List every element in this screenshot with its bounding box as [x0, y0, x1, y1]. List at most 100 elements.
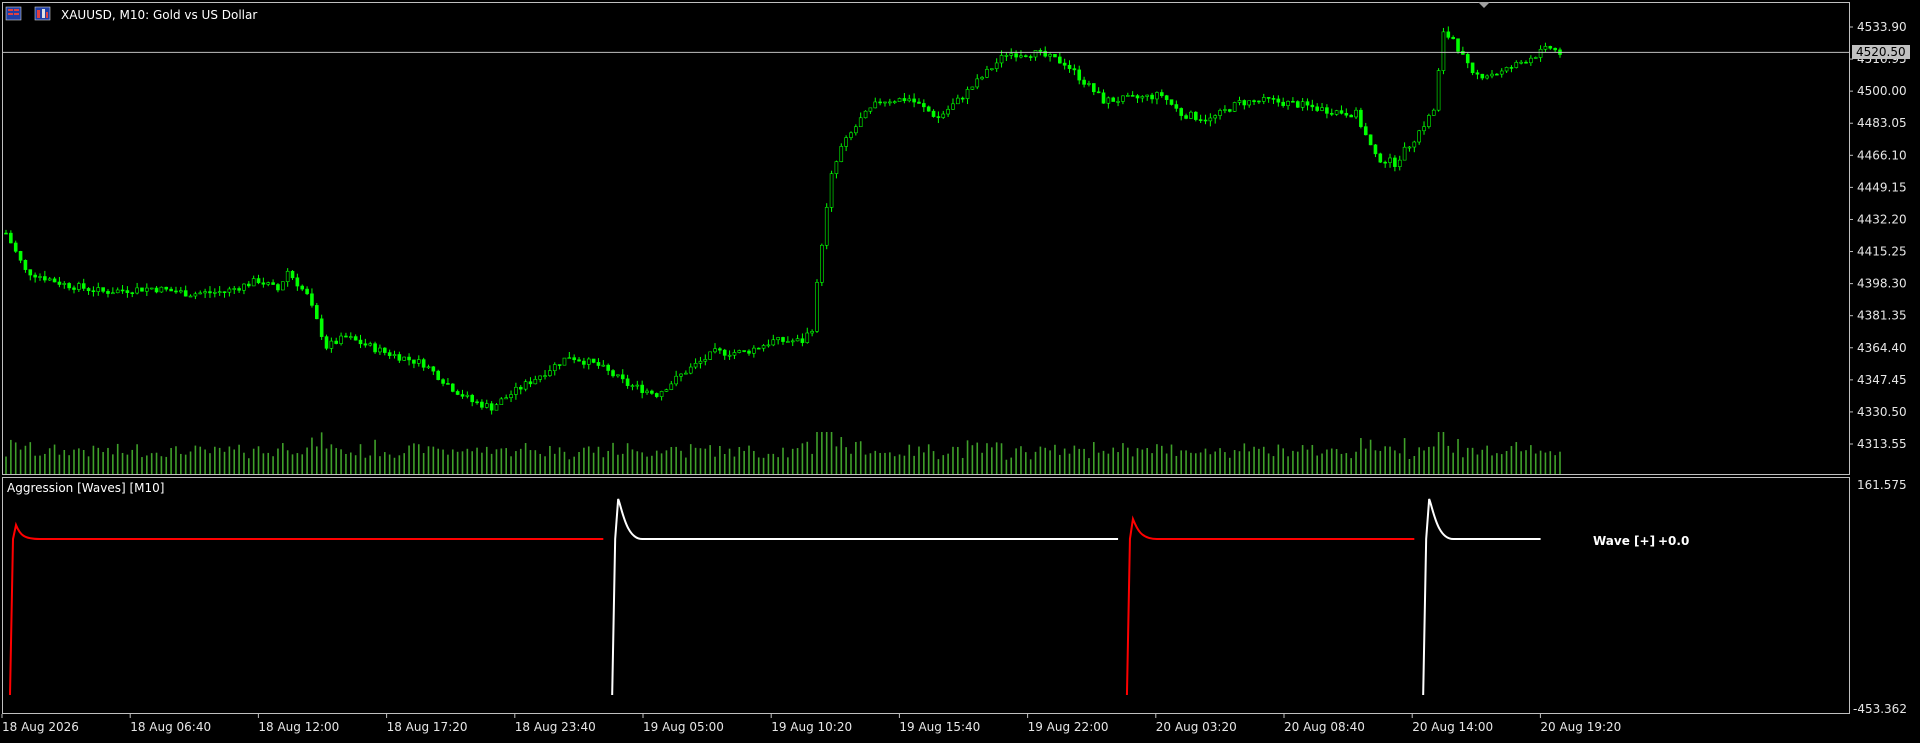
candle-body [1427, 115, 1431, 127]
mt-chart-window[interactable]: XAUUSD, M10: Gold vs US Dollar 4533.90 45… [0, 0, 1920, 743]
candle-body [640, 384, 644, 393]
candle-body [91, 290, 96, 293]
price-tick-label: 4449.15 [1857, 180, 1907, 194]
candle-body [1320, 107, 1324, 111]
candle-body [1465, 54, 1470, 64]
candle-body [645, 390, 649, 393]
candle-body [1169, 99, 1174, 105]
price-tick-label: 4313.55 [1857, 437, 1907, 451]
candle-body [1004, 55, 1009, 57]
candle-body [164, 286, 169, 290]
candle-body [62, 283, 67, 285]
candle-body [145, 287, 149, 292]
candle-body [154, 287, 159, 293]
candle-body [1106, 97, 1111, 104]
time-tick-label: 19 Aug 15:40 [899, 720, 980, 734]
candle-body [1315, 106, 1319, 111]
candle-body [1417, 130, 1421, 143]
candle-body [999, 55, 1004, 64]
candle-body [1519, 61, 1523, 64]
candle-body [1363, 126, 1368, 136]
candle-body [47, 278, 52, 281]
candle-body [1096, 91, 1101, 94]
candle-body [1368, 134, 1373, 146]
candle-body [1451, 37, 1455, 40]
candle-body [868, 107, 873, 112]
candle-body [18, 251, 23, 261]
chart-canvas[interactable]: XAUUSD, M10: Gold vs US Dollar 4533.90 45… [0, 0, 1920, 743]
candle-body [198, 292, 203, 295]
candle-body [956, 97, 960, 105]
candle-body [596, 362, 601, 366]
candle-body [300, 285, 305, 290]
candle-body [402, 356, 407, 361]
candle-body [120, 289, 125, 292]
candle-body [1441, 31, 1446, 71]
volume-series [5, 432, 1561, 474]
candle-body [1339, 110, 1344, 114]
time-tick-label: 19 Aug 22:00 [1028, 720, 1109, 734]
price-tick-label: 4364.40 [1857, 341, 1907, 355]
candle-body [96, 287, 101, 292]
candle-body [1344, 113, 1349, 116]
candle-body [747, 350, 751, 354]
candle-body [1101, 92, 1106, 104]
candle-body [601, 364, 606, 367]
chart-type-icon[interactable] [34, 6, 51, 21]
time-tick-label: 18 Aug 23:40 [515, 720, 596, 734]
candle-body [86, 288, 91, 292]
candle-body [441, 379, 445, 384]
candle-body [339, 335, 343, 344]
candle-body [135, 287, 139, 294]
candle-body [975, 78, 980, 88]
candle-body [13, 242, 18, 252]
candle-body [936, 116, 941, 118]
candle-body [591, 358, 596, 363]
time-tick-label: 20 Aug 08:40 [1284, 720, 1365, 734]
candle-body [888, 101, 892, 104]
candle-body [1247, 100, 1251, 106]
candle-body [1271, 98, 1276, 100]
candle-body [358, 339, 363, 345]
candle-body [256, 278, 261, 284]
candle-body [1227, 109, 1232, 112]
candle-body [1373, 144, 1378, 155]
candle-body [1184, 115, 1188, 119]
candle-body [883, 101, 887, 104]
candle-body [907, 98, 912, 102]
candle-body [1213, 115, 1218, 119]
terminal-menu-icon[interactable] [5, 6, 22, 21]
candle-body [970, 86, 975, 90]
candle-body [980, 76, 984, 80]
candle-body [892, 101, 897, 103]
candle-body [1179, 108, 1184, 116]
candle-body [465, 394, 470, 397]
candle-body [713, 348, 717, 353]
candle-body [111, 292, 115, 295]
candle-body [416, 359, 421, 364]
candle-body [1548, 46, 1553, 49]
symbol-title: XAUUSD, M10: Gold vs US Dollar [61, 8, 257, 22]
candle-body [426, 366, 431, 369]
candle-body [1130, 95, 1135, 97]
candle-body [1111, 97, 1116, 102]
candle-body [790, 340, 795, 343]
candle-body [528, 381, 533, 385]
candle-body [290, 270, 295, 279]
chart-shift-marker-icon[interactable] [1478, 2, 1490, 8]
candle-body [1509, 67, 1514, 69]
candle-body [43, 276, 47, 281]
candle-body [1402, 146, 1407, 161]
candle-body [1164, 95, 1169, 100]
candle-body [630, 385, 635, 387]
candle-body [795, 338, 800, 342]
candle-body [1121, 95, 1125, 102]
candle-body [1504, 67, 1509, 72]
candle-body [1062, 62, 1067, 66]
wave-line [1422, 498, 1541, 696]
indicator-frame [2, 477, 1850, 714]
candle-body [1174, 104, 1179, 109]
candle-body [669, 383, 674, 390]
time-tick-label: 19 Aug 10:20 [771, 720, 852, 734]
candle-body [1024, 55, 1028, 57]
